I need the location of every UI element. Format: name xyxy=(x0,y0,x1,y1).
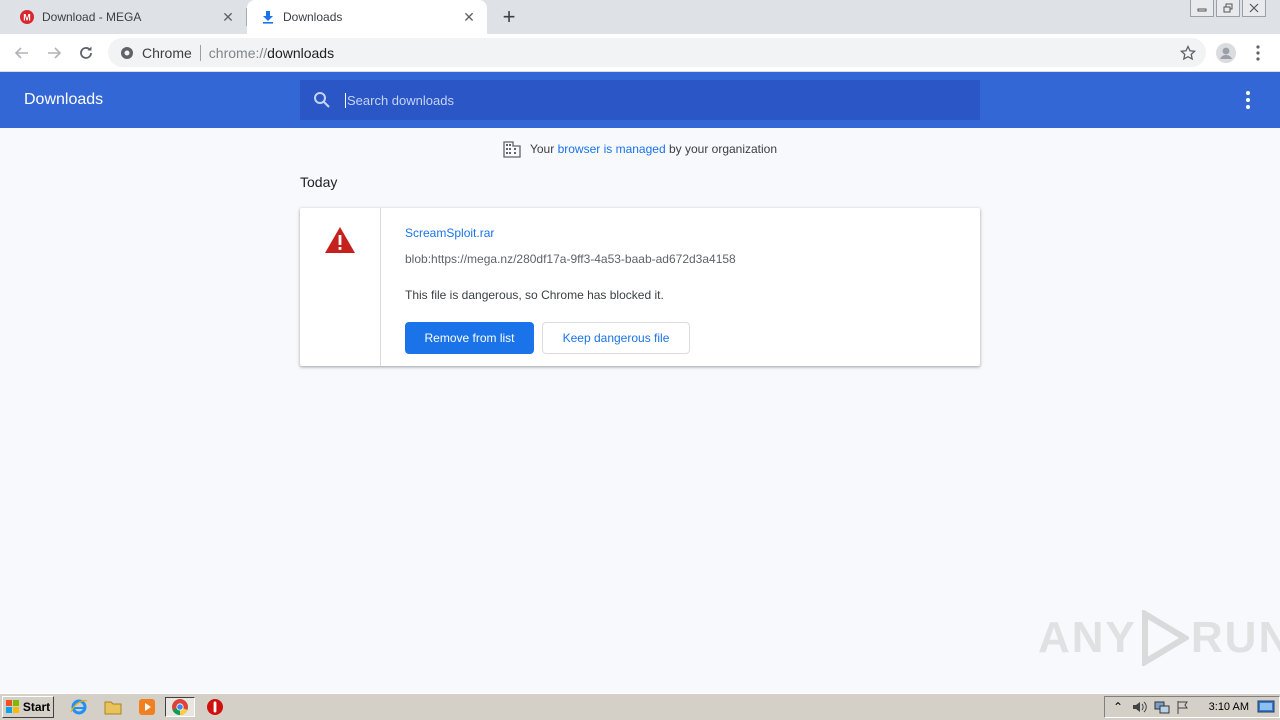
download-icon-column xyxy=(300,208,381,366)
back-arrow-icon xyxy=(14,47,28,59)
new-tab-button[interactable]: + xyxy=(497,4,521,29)
tab-downloads[interactable]: Downloads ✕ xyxy=(247,0,487,34)
page-title: Downloads xyxy=(24,91,104,108)
chrome-taskbar-button[interactable] xyxy=(165,697,195,717)
managed-prefix: Your xyxy=(529,142,558,156)
reload-icon xyxy=(80,46,92,59)
folder-icon xyxy=(104,701,122,715)
browser-toolbar: Chrome chrome://downloads xyxy=(0,34,1280,72)
explorer-taskbar-button[interactable] xyxy=(102,697,124,717)
building-icon xyxy=(503,141,521,158)
avatar-icon xyxy=(1216,43,1236,63)
file-url: blob:https://mega.nz/280df17a-9ff3-4a53-… xyxy=(405,252,736,266)
chrome-icon xyxy=(172,699,188,716)
chrome-site-icon xyxy=(121,46,133,59)
url-host: downloads xyxy=(267,44,335,61)
system-tray: ⌃ 3:10 AM xyxy=(1104,696,1280,718)
address-bar[interactable]: Chrome chrome://downloads xyxy=(108,38,1206,67)
remove-from-list-button[interactable]: Remove from list xyxy=(405,322,534,354)
file-name-link[interactable]: ScreamSploit.rar xyxy=(405,226,494,240)
play-logo-icon xyxy=(1141,610,1189,666)
minimize-button[interactable] xyxy=(1190,0,1214,17)
managed-notice: Your browser is managed by your organiza… xyxy=(0,140,1280,158)
window-controls xyxy=(1190,0,1266,17)
kebab-menu-icon xyxy=(1256,45,1260,61)
forward-button[interactable] xyxy=(40,39,68,67)
show-desktop-icon[interactable] xyxy=(1257,700,1275,714)
danger-status-text: This file is dangerous, so Chrome has bl… xyxy=(405,288,664,302)
search-bar[interactable] xyxy=(300,80,980,120)
url-scheme: chrome:// xyxy=(208,44,268,61)
anyrun-watermark: ANY RUN xyxy=(1038,610,1280,666)
stop-app-taskbar-button[interactable] xyxy=(204,697,226,717)
date-heading: Today xyxy=(300,174,338,190)
red-alert-icon xyxy=(207,699,223,715)
search-input[interactable] xyxy=(345,92,945,108)
bookmark-star-button[interactable] xyxy=(1170,38,1206,67)
start-button[interactable]: Start xyxy=(2,696,54,718)
tab-mega[interactable]: M Download - MEGA ✕ xyxy=(0,0,246,34)
download-item: ScreamSploit.rar blob:https://mega.nz/28… xyxy=(300,208,980,366)
tab-title: Download - MEGA xyxy=(42,10,142,24)
restore-button[interactable] xyxy=(1216,0,1240,17)
reload-button[interactable] xyxy=(72,39,100,67)
tab-strip: M Download - MEGA ✕ Downloads ✕ + xyxy=(0,0,1280,34)
clock[interactable]: 3:10 AM xyxy=(1209,701,1249,713)
downloads-header: Downloads xyxy=(0,72,1280,128)
windows-taskbar: Start ⌃ 3:10 AM xyxy=(0,693,1280,720)
download-icon xyxy=(261,10,275,24)
network-icon[interactable] xyxy=(1153,699,1171,715)
close-window-button[interactable] xyxy=(1242,0,1266,17)
watermark-right: RUN xyxy=(1190,613,1280,662)
close-icon[interactable]: ✕ xyxy=(216,5,240,29)
chevron-up-icon[interactable]: ⌃ xyxy=(1109,699,1127,715)
forward-arrow-icon xyxy=(48,47,62,59)
keep-dangerous-file-button[interactable]: Keep dangerous file xyxy=(542,322,690,354)
search-icon xyxy=(314,92,330,108)
managed-suffix: by your organization xyxy=(665,142,778,156)
profile-button[interactable] xyxy=(1212,39,1240,67)
ie-taskbar-button[interactable] xyxy=(68,697,90,717)
star-icon xyxy=(1180,44,1196,60)
internet-explorer-icon xyxy=(70,699,88,715)
start-label: Start xyxy=(22,700,51,714)
speaker-icon[interactable] xyxy=(1131,699,1149,715)
close-icon[interactable]: ✕ xyxy=(457,5,481,29)
tab-title: Downloads xyxy=(283,10,343,24)
omnibox-divider xyxy=(199,44,201,61)
site-label: Chrome xyxy=(142,44,192,61)
mega-icon: M xyxy=(20,10,34,24)
watermark-left: ANY xyxy=(1038,613,1137,662)
browser-menu-button[interactable] xyxy=(1244,39,1272,67)
media-player-icon xyxy=(139,699,155,715)
media-player-taskbar-button[interactable] xyxy=(136,697,158,717)
managed-link[interactable]: browser is managed xyxy=(558,142,666,156)
windows-logo-icon xyxy=(5,700,19,713)
action-center-flag-icon[interactable] xyxy=(1175,699,1193,715)
danger-warning-icon xyxy=(325,227,355,253)
back-button[interactable] xyxy=(8,39,36,67)
svg-text:M: M xyxy=(23,13,31,23)
downloads-menu-button[interactable] xyxy=(1238,90,1258,110)
